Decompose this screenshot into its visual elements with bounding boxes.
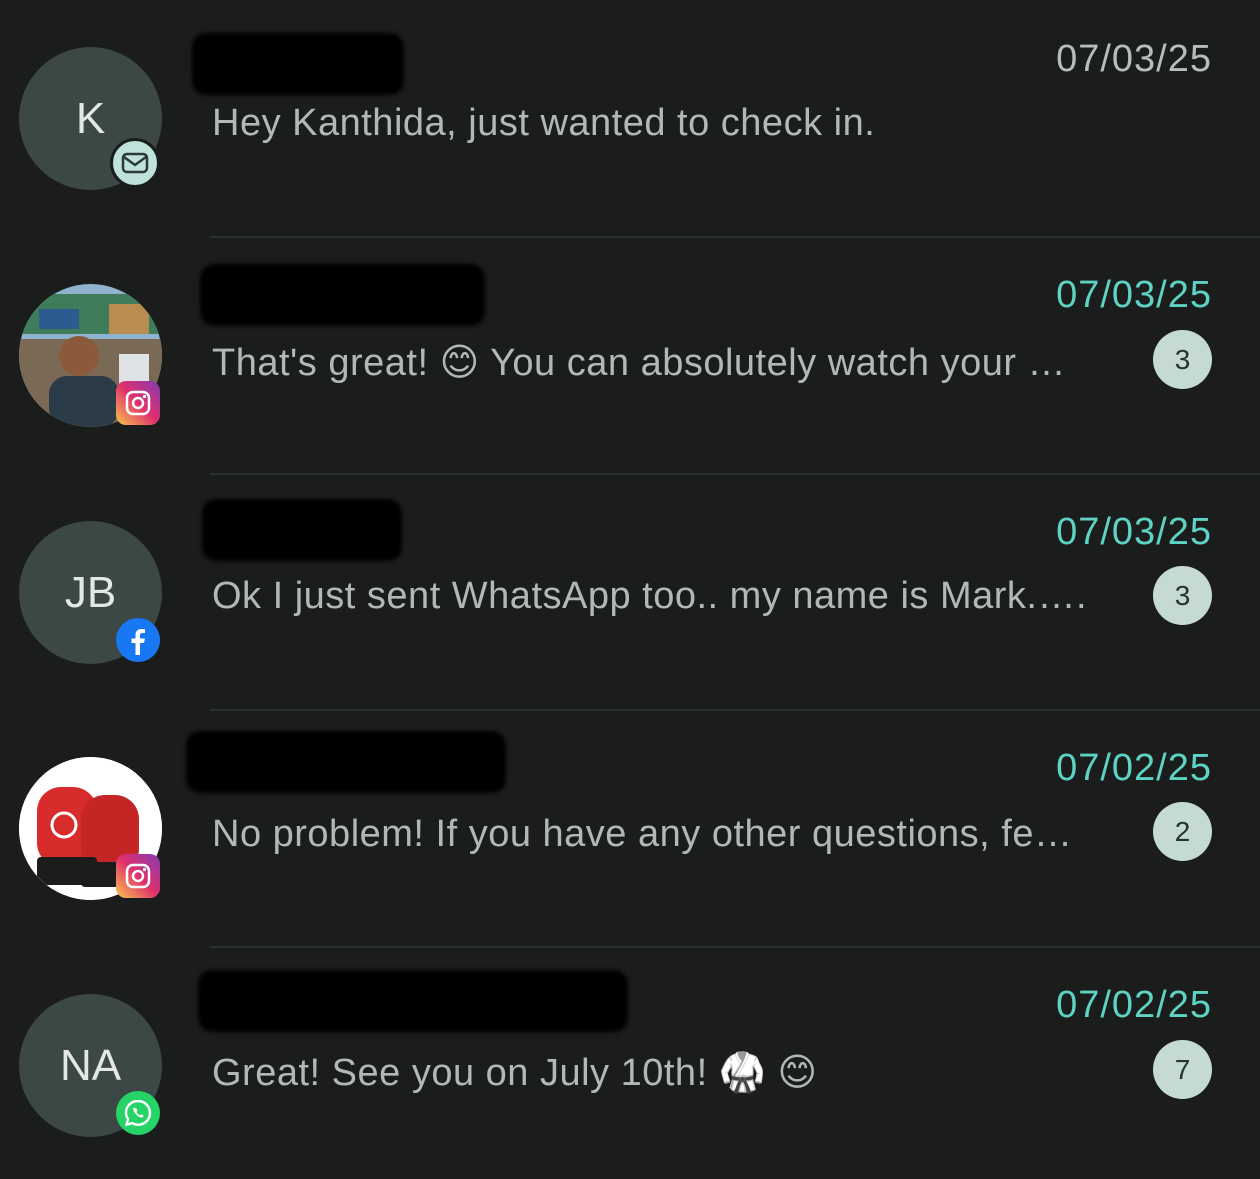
unread-count-badge: 3	[1153, 566, 1212, 625]
unread-count-badge: 7	[1153, 1040, 1212, 1099]
message-preview: Ok I just sent WhatsApp too.. my name is…	[212, 575, 1088, 617]
avatar: NA	[19, 994, 162, 1137]
row-divider	[210, 946, 1260, 948]
message-preview: That's great! 😊 You can absolutely watch…	[212, 342, 1067, 384]
conversation-date: 07/03/25	[1056, 274, 1212, 316]
avatar	[19, 757, 162, 900]
message-preview: Hey Kanthida, just wanted to check in.	[212, 102, 876, 144]
whatsapp-icon	[116, 1091, 160, 1135]
conversation-date: 07/03/25	[1056, 511, 1212, 553]
unread-count-badge: 2	[1153, 802, 1212, 861]
instagram-icon	[116, 854, 160, 898]
conversation-row[interactable]: 07/03/25 That's great! 😊 You can absolut…	[0, 236, 1260, 473]
contact-name-redacted	[186, 731, 506, 793]
conversation-row[interactable]: JB 07/03/25 Ok I just sent WhatsApp too.…	[0, 473, 1260, 710]
message-preview: Great! See you on July 10th! 🥋 😊	[212, 1052, 818, 1094]
row-divider	[210, 473, 1260, 475]
row-divider	[210, 236, 1260, 238]
contact-name-redacted	[192, 33, 404, 95]
contact-name-redacted	[198, 970, 628, 1032]
conversation-row[interactable]: NA 07/02/25 Great! See you on July 10th!…	[0, 946, 1260, 1179]
row-divider	[210, 709, 1260, 711]
avatar-initials: K	[75, 93, 106, 143]
email-icon	[110, 138, 160, 188]
avatar: JB	[19, 521, 162, 664]
avatar-initials: NA	[59, 1040, 122, 1090]
conversation-list: K 07/03/25 Hey Kanthida, just wanted to …	[0, 0, 1260, 1179]
contact-name-redacted	[200, 264, 485, 326]
unread-count-badge: 3	[1153, 330, 1212, 389]
avatar	[19, 284, 162, 427]
avatar-initials: JB	[64, 567, 117, 617]
conversation-date: 07/02/25	[1056, 747, 1212, 789]
instagram-icon	[116, 381, 160, 425]
conversation-date: 07/03/25	[1056, 38, 1212, 80]
message-preview: No problem! If you have any other questi…	[212, 813, 1073, 855]
avatar: K	[19, 47, 162, 190]
conversation-date: 07/02/25	[1056, 984, 1212, 1026]
facebook-icon	[116, 618, 160, 662]
contact-name-redacted	[202, 499, 402, 561]
conversation-row[interactable]: 07/02/25 No problem! If you have any oth…	[0, 709, 1260, 946]
conversation-row[interactable]: K 07/03/25 Hey Kanthida, just wanted to …	[0, 0, 1260, 237]
